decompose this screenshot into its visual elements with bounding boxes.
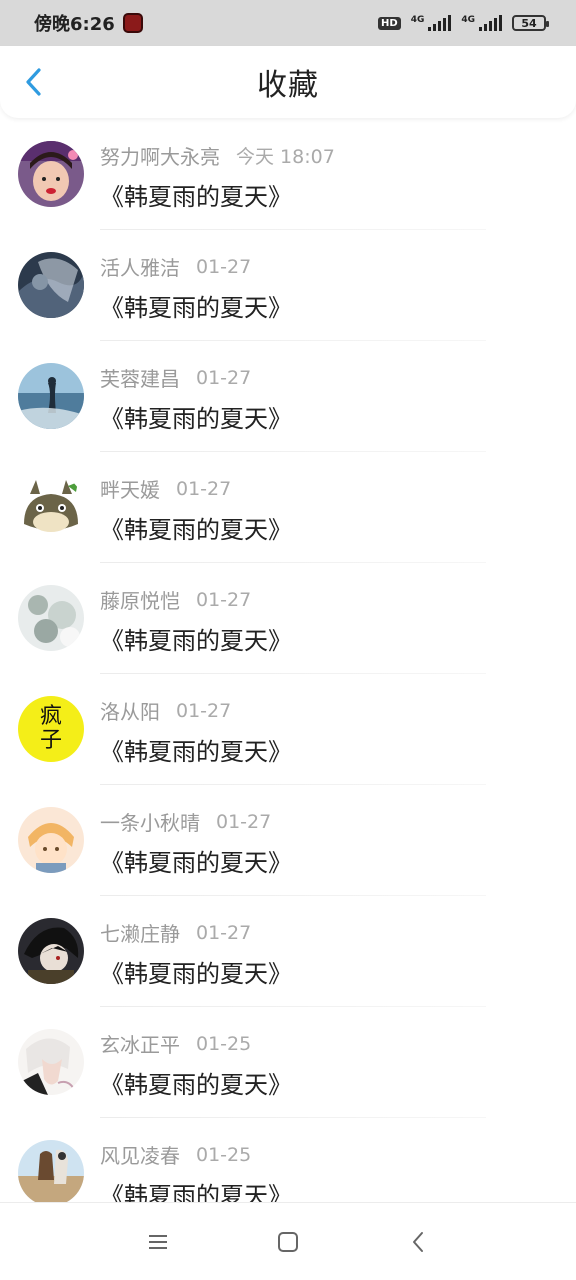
screen: 傍晚6:26 HD 4G 4G 54 收藏 努力啊大永亮 今天 18:07 《韩…	[0, 0, 576, 1280]
status-left: 傍晚6:26	[34, 10, 143, 36]
avatar[interactable]	[18, 585, 84, 651]
home-square-icon	[278, 1231, 298, 1252]
avatar[interactable]	[18, 807, 84, 873]
network-type-label: 4G	[410, 15, 425, 25]
work-title[interactable]: 《韩夏雨的夏天》	[100, 1065, 292, 1100]
chevron-left-icon	[413, 1231, 423, 1252]
work-title[interactable]: 《韩夏雨的夏天》	[100, 399, 292, 434]
battery-level: 54	[521, 16, 537, 30]
timestamp: 01-27	[196, 255, 252, 278]
timestamp: 01-27	[196, 366, 252, 389]
app-notification-icon	[122, 13, 143, 33]
timestamp: 01-27	[216, 810, 272, 833]
list-item[interactable]: 七濑庄静 01-27 《韩夏雨的夏天》	[0, 896, 576, 1007]
item-meta: 藤原悦恺 01-27	[100, 585, 251, 614]
menu-button[interactable]	[138, 1222, 178, 1262]
avatar-text: 疯子	[39, 704, 62, 753]
list-item[interactable]: 努力啊大永亮 今天 18:07 《韩夏雨的夏天》	[0, 119, 576, 230]
list-item[interactable]: 藤原悦恺 01-27 《韩夏雨的夏天》	[0, 563, 576, 674]
author-name[interactable]: 努力啊大永亮	[100, 141, 220, 170]
item-meta: 一条小秋晴 01-27	[100, 807, 271, 836]
work-title[interactable]: 《韩夏雨的夏天》	[100, 510, 292, 545]
work-title[interactable]: 《韩夏雨的夏天》	[100, 843, 292, 878]
avatar[interactable]	[18, 252, 84, 318]
item-meta: 七濑庄静 01-27	[100, 918, 251, 947]
status-bar: 傍晚6:26 HD 4G 4G 54	[0, 0, 576, 46]
author-name[interactable]: 洛从阳	[100, 696, 160, 725]
timestamp: 01-25	[196, 1143, 252, 1166]
status-time: 傍晚6:26	[34, 14, 115, 35]
signal-icon-2: 4G	[461, 15, 502, 31]
back-button[interactable]	[18, 64, 48, 100]
item-meta: 洛从阳 01-27	[100, 696, 231, 725]
favorites-list: 努力啊大永亮 今天 18:07 《韩夏雨的夏天》 活人雅洁 01-27 《韩夏雨…	[0, 119, 576, 1229]
author-name[interactable]: 芙蓉建昌	[100, 363, 180, 392]
home-button[interactable]	[268, 1222, 308, 1262]
avatar[interactable]	[18, 474, 84, 540]
avatar[interactable]: 疯子	[18, 696, 84, 762]
timestamp: 01-27	[176, 699, 232, 722]
author-name[interactable]: 七濑庄静	[100, 918, 180, 947]
author-name[interactable]: 一条小秋晴	[100, 807, 200, 836]
avatar[interactable]	[18, 1140, 84, 1206]
system-back-button[interactable]	[398, 1222, 438, 1262]
status-right: HD 4G 4G 54	[378, 15, 549, 31]
system-nav-bar	[0, 1202, 576, 1280]
list-item[interactable]: 活人雅洁 01-27 《韩夏雨的夏天》	[0, 230, 576, 341]
author-name[interactable]: 风见凌春	[100, 1140, 180, 1169]
timestamp: 01-25	[196, 1032, 252, 1055]
menu-icon	[149, 1234, 167, 1249]
avatar[interactable]	[18, 141, 84, 207]
item-meta: 努力啊大永亮 今天 18:07	[100, 141, 335, 170]
author-name[interactable]: 玄冰正平	[100, 1029, 180, 1058]
item-meta: 风见凌春 01-25	[100, 1140, 251, 1169]
list-item[interactable]: 玄冰正平 01-25 《韩夏雨的夏天》	[0, 1007, 576, 1118]
timestamp: 01-27	[196, 588, 252, 611]
timestamp: 01-27	[196, 921, 252, 944]
item-meta: 畔天媛 01-27	[100, 474, 231, 503]
list-item[interactable]: 畔天媛 01-27 《韩夏雨的夏天》	[0, 452, 576, 563]
list-item[interactable]: 一条小秋晴 01-27 《韩夏雨的夏天》	[0, 785, 576, 896]
item-meta: 芙蓉建昌 01-27	[100, 363, 251, 392]
author-name[interactable]: 藤原悦恺	[100, 585, 180, 614]
signal-icon: 4G	[411, 15, 452, 31]
author-name[interactable]: 畔天媛	[100, 474, 160, 503]
list-item[interactable]: 疯子 洛从阳 01-27 《韩夏雨的夏天》	[0, 674, 576, 785]
work-title[interactable]: 《韩夏雨的夏天》	[100, 732, 292, 767]
work-title[interactable]: 《韩夏雨的夏天》	[100, 621, 292, 656]
work-title[interactable]: 《韩夏雨的夏天》	[100, 177, 292, 212]
chevron-left-icon	[26, 68, 41, 96]
item-meta: 活人雅洁 01-27	[100, 252, 251, 281]
header: 收藏	[0, 46, 576, 118]
avatar[interactable]	[18, 918, 84, 984]
page-title: 收藏	[257, 68, 319, 103]
list-item[interactable]: 芙蓉建昌 01-27 《韩夏雨的夏天》	[0, 341, 576, 452]
timestamp: 今天 18:07	[236, 146, 335, 168]
network-type-label-2: 4G	[461, 15, 475, 25]
item-meta: 玄冰正平 01-25	[100, 1029, 251, 1058]
avatar[interactable]	[18, 1029, 84, 1095]
hd-icon: HD	[378, 16, 401, 30]
work-title[interactable]: 《韩夏雨的夏天》	[100, 288, 292, 323]
avatar[interactable]	[18, 363, 84, 429]
author-name[interactable]: 活人雅洁	[100, 252, 180, 281]
timestamp: 01-27	[176, 477, 232, 500]
battery-icon: 54	[512, 15, 549, 31]
work-title[interactable]: 《韩夏雨的夏天》	[100, 954, 292, 989]
